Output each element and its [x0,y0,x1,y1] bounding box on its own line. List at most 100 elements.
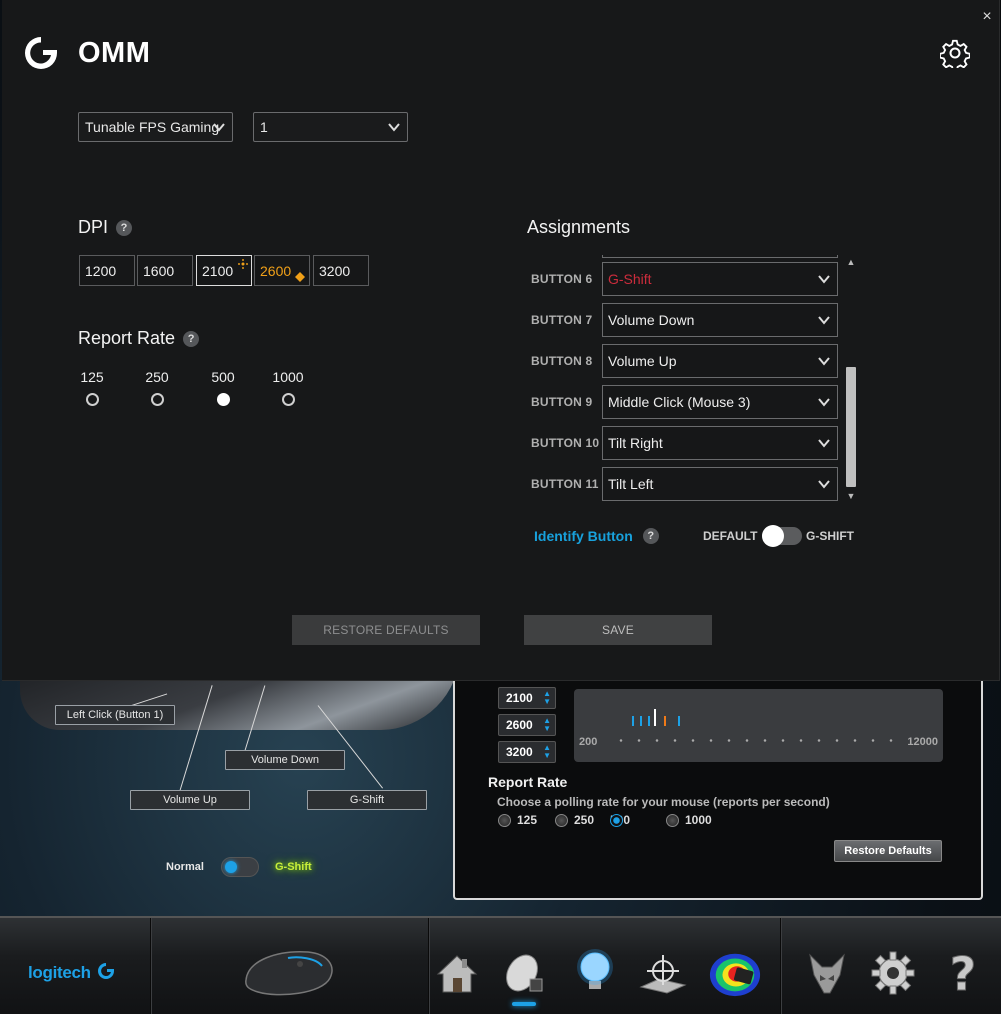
identify-button-label[interactable]: Identify Button [534,528,633,544]
dpi-level-5[interactable]: 3200 [313,255,369,286]
radio-icon[interactable] [666,813,679,827]
mouse-product-icon[interactable] [238,940,338,1000]
report-rate-section-title: Report Rate ? [78,328,200,349]
save-button[interactable]: SAVE [524,615,712,645]
option-label: 250 [145,369,169,385]
dpi-level-1[interactable]: 1200 [79,255,135,286]
restore-defaults-button[interactable]: RESTORE DEFAULTS [292,615,480,645]
dpi-level-3-active[interactable]: 2100 [196,255,252,286]
assignment-select-partial[interactable] [602,255,838,258]
callout-left-click[interactable]: Left Click (Button 1) [55,705,175,725]
assignment-value: Volume Up [608,353,677,369]
heatmap-icon[interactable] [708,946,762,1000]
lighting-bulb-icon[interactable] [568,946,622,1000]
assignment-select[interactable]: Volume Up [602,344,838,378]
help-icon[interactable]: ? [936,946,990,1000]
dpi-marker[interactable] [632,716,634,726]
help-icon[interactable]: ? [183,330,200,347]
dpi-level-spinner[interactable]: 2600 ▲ ▼ [498,714,556,736]
dpi-marker[interactable] [640,716,642,726]
chevron-down-icon [388,123,400,132]
dpi-level-2[interactable]: 1600 [137,255,193,286]
chevron-down-icon [818,480,830,489]
callout-g-shift[interactable]: G-Shift [307,790,427,810]
identify-button-link[interactable]: Identify Button ? [534,528,659,544]
dpi-level-value: 2600 [506,718,533,732]
assignment-row: BUTTON 8 Volume Up [527,344,842,379]
settings-gear-icon[interactable] [866,946,920,1000]
report-rate-option-1000[interactable]: 1000 [666,813,712,827]
scroll-up-arrow-icon[interactable]: ▲ [845,258,857,267]
surface-tuning-icon[interactable] [636,946,690,1000]
radio-selected-icon[interactable] [216,393,230,406]
chevron-down-icon [818,316,830,325]
dpi-marker-default[interactable] [664,716,666,726]
help-icon[interactable]: ? [642,528,659,544]
help-icon[interactable]: ? [116,219,133,236]
spinner-arrows-icon[interactable]: ▲ ▼ [543,717,551,733]
dpi-level-4-default[interactable]: 2600 [254,255,310,286]
report-rate-option-500[interactable]: 500 [203,369,243,406]
logitech-g-logo-icon [25,37,57,69]
profile-select[interactable]: Tunable FPS Gaming [78,112,233,142]
assignment-value: G-Shift [608,271,652,287]
chevron-down-icon [213,123,225,132]
scroll-down-arrow-icon[interactable]: ▼ [845,492,857,501]
report-rate-option-1000[interactable]: 1000 [268,369,308,406]
option-label: 250 [574,813,595,827]
home-icon[interactable] [430,946,484,1000]
slot-select[interactable]: 1 [253,112,408,142]
radio-icon[interactable] [150,393,164,406]
callout-volume-up[interactable]: Volume Up [130,790,250,810]
radio-icon[interactable] [85,393,99,406]
assignments-list: BUTTON 6 G-Shift BUTTON 7 Volume Down BU… [527,255,842,505]
default-gshift-toggle[interactable] [762,525,802,547]
spinner-arrows-icon[interactable]: ▲ ▼ [543,690,551,706]
restore-defaults-button[interactable]: Restore Defaults [834,840,942,862]
assignment-select[interactable]: Tilt Right [602,426,838,460]
report-rate-option-250[interactable]: 250 [555,813,594,827]
spinner-arrows-icon[interactable]: ▲ ▼ [543,744,551,760]
assignments-scrollbar[interactable]: ▲ ▼ [845,258,857,501]
report-rate-option-125[interactable]: 125 [498,813,537,827]
assignment-row: BUTTON 6 G-Shift [527,262,842,297]
normal-gshift-toggle[interactable] [221,857,259,877]
dpi-level-spinner[interactable]: 2100 ▲ ▼ [498,687,556,709]
assignment-select[interactable]: Tilt Left [602,467,838,501]
report-rate-title: Report Rate [488,774,568,790]
settings-gear-icon[interactable] [940,38,970,68]
radio-icon[interactable] [498,813,511,827]
dpi-value: 1200 [85,262,117,279]
close-icon[interactable]: × [978,8,996,26]
svg-text:?: ? [950,948,977,998]
callout-volume-down[interactable]: Volume Down [225,750,345,770]
assignment-select[interactable]: Volume Down [602,303,838,337]
dpi-level-value: 3200 [506,745,533,759]
report-rate-option-125[interactable]: 125 [72,369,112,406]
dpi-value: 2100 [202,262,234,279]
arx-control-icon[interactable] [800,946,854,1000]
toggle-gshift-label: G-SHIFT [806,529,854,543]
dpi-level-spinner[interactable]: 3200 ▲ ▼ [498,741,556,763]
dpi-slider-track[interactable]: 200 12000 [574,689,943,762]
toggle-knob [762,525,784,547]
dpi-scale-dots [612,739,902,742]
dpi-marker-current[interactable] [654,709,656,726]
scrollbar-thumb[interactable] [846,367,856,487]
dpi-section-title: DPI ? [78,217,133,238]
dpi-marker[interactable] [678,716,680,726]
dpi-marker[interactable] [648,716,650,726]
pointer-settings-icon[interactable] [497,946,551,1000]
assignment-row: BUTTON 10 Tilt Right [527,426,842,461]
toolbar-divider [150,918,152,1014]
radio-icon[interactable] [281,393,295,406]
report-rate-option-250[interactable]: 250 [137,369,177,406]
assignment-select[interactable]: G-Shift [602,262,838,296]
radio-selected-icon[interactable] [610,813,623,827]
dpi-max-label: 12000 [907,736,938,748]
radio-icon[interactable] [555,813,568,827]
option-label: 125 [80,369,104,385]
dpi-min-label: 200 [579,736,598,748]
report-rate-option-500[interactable]: 500 [610,813,630,827]
assignment-select[interactable]: Middle Click (Mouse 3) [602,385,838,419]
